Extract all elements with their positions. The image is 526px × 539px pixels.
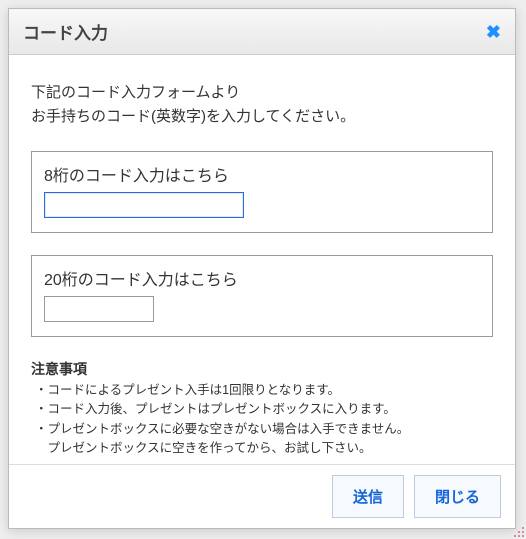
notes-heading: 注意事項 [31,359,493,379]
dialog-footer: 送信 閉じる [9,464,515,528]
instructions-line1: 下記のコード入力フォームより [31,84,240,101]
list-item: プレゼントボックスに必要な空きがない場合は入手できません。 [35,420,493,439]
instructions-line2: お手持ちのコード(英数字)を入力してください。 [31,108,355,125]
close-button[interactable]: 閉じる [414,475,501,518]
list-item: プレゼントボックスに空きを作ってから、お試し下さい。 [35,439,493,458]
code20-input[interactable] [44,296,154,322]
submit-button[interactable]: 送信 [332,475,404,518]
code8-input[interactable] [44,192,244,218]
dialog-title: コード入力 [23,19,108,44]
notes-list: コードによるプレゼント入手は1回限りとなります。 コード入力後、プレゼントはプレ… [31,381,493,459]
list-item: コードによるプレゼント入手は1回限りとなります。 [35,381,493,400]
instructions-text: 下記のコード入力フォームより お手持ちのコード(英数字)を入力してください。 [31,81,493,129]
code-entry-dialog: コード入力 ✖ 下記のコード入力フォームより お手持ちのコード(英数字)を入力し… [8,8,516,529]
code8-group: 8桁のコード入力はこちら [31,151,493,233]
code8-label: 8桁のコード入力はこちら [44,162,480,186]
dialog-body: 下記のコード入力フォームより お手持ちのコード(英数字)を入力してください。 8… [9,55,515,464]
close-icon[interactable]: ✖ [486,23,501,41]
dialog-titlebar: コード入力 ✖ [9,9,515,55]
code20-label: 20桁のコード入力はこちら [44,266,480,290]
code20-group: 20桁のコード入力はこちら [31,255,493,337]
list-item: コード入力後、プレゼントはプレゼントボックスに入ります。 [35,400,493,419]
